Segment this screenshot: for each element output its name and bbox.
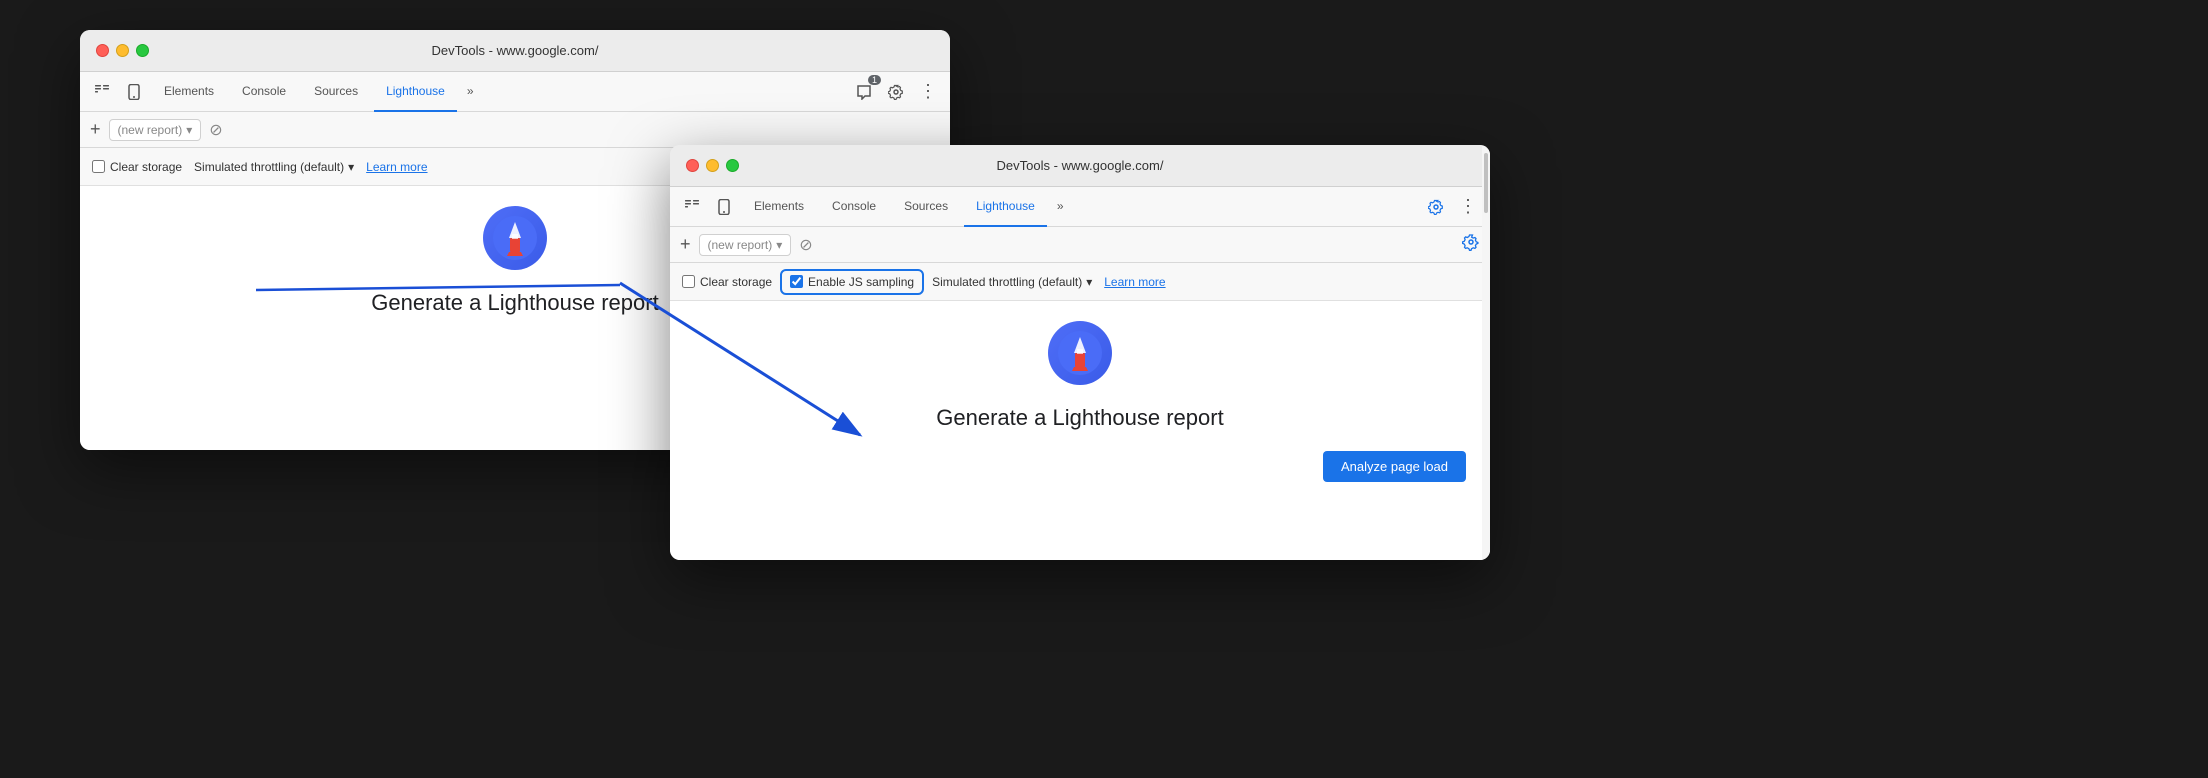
enable-js-sampling-checkbox[interactable] — [790, 275, 803, 288]
learn-more-link-2[interactable]: Learn more — [1104, 275, 1165, 289]
tab-elements-2[interactable]: Elements — [742, 187, 816, 227]
clear-storage-checkbox-1[interactable] — [92, 160, 105, 173]
maximize-button-2[interactable] — [726, 159, 739, 172]
window-title-2: DevTools - www.google.com/ — [997, 158, 1164, 173]
close-button-1[interactable] — [96, 44, 109, 57]
main-toolbar-1: Elements Console Sources Lighthouse » 1 — [80, 72, 950, 112]
tab-console-1[interactable]: Console — [230, 72, 298, 112]
minimize-button-2[interactable] — [706, 159, 719, 172]
mobile-icon-1[interactable] — [120, 78, 148, 106]
settings-gear-blue[interactable] — [1462, 233, 1480, 256]
main-content-2: Generate a Lighthouse report Analyze pag… — [670, 301, 1490, 560]
tab-sources-2[interactable]: Sources — [892, 187, 960, 227]
tab-sources-1[interactable]: Sources — [302, 72, 370, 112]
main-toolbar-2: Elements Console Sources Lighthouse » ⋮ — [670, 187, 1490, 227]
analyze-btn-2[interactable]: Analyze page load — [1323, 451, 1466, 482]
tab-more-2[interactable]: » — [1051, 187, 1070, 227]
lighthouse-logo-2 — [1048, 321, 1112, 385]
gear-icon-1[interactable] — [882, 78, 910, 106]
minimize-button-1[interactable] — [116, 44, 129, 57]
tab-more-1[interactable]: » — [461, 72, 480, 112]
tab-lighthouse-1[interactable]: Lighthouse — [374, 72, 457, 112]
title-bar-2: DevTools - www.google.com/ — [670, 145, 1490, 187]
new-report-dropdown-2[interactable]: (new report) ▾ — [699, 234, 792, 256]
enable-js-sampling-label[interactable]: Enable JS sampling — [784, 273, 920, 291]
throttling-select-1[interactable]: Simulated throttling (default) ▾ — [194, 160, 354, 174]
close-button-2[interactable] — [686, 159, 699, 172]
gear-icon-2[interactable] — [1422, 193, 1450, 221]
more-icon-1[interactable]: ⋮ — [914, 78, 942, 106]
mobile-icon-2[interactable] — [710, 193, 738, 221]
clear-storage-checkbox-2[interactable] — [682, 275, 695, 288]
chat-icon-1[interactable]: 1 — [850, 78, 878, 106]
add-report-btn-2[interactable]: + — [680, 234, 691, 255]
options-bar-2: Clear storage Enable JS sampling Simulat… — [670, 263, 1490, 301]
new-report-dropdown-1[interactable]: (new report) ▾ — [109, 119, 202, 141]
toolbar-right-1: 1 ⋮ — [850, 78, 942, 106]
more-icon-2[interactable]: ⋮ — [1454, 193, 1482, 221]
generate-title-2: Generate a Lighthouse report — [936, 405, 1223, 431]
chat-badge-1: 1 — [868, 75, 881, 85]
scrollbar-thumb-2 — [1484, 153, 1488, 213]
maximize-button-1[interactable] — [136, 44, 149, 57]
tab-console-2[interactable]: Console — [820, 187, 888, 227]
learn-more-link-1[interactable]: Learn more — [366, 160, 427, 174]
toolbar2-2: + (new report) ▾ ⊘ — [670, 227, 1490, 263]
tab-elements-1[interactable]: Elements — [152, 72, 226, 112]
cancel-icon-2: ⊘ — [799, 235, 812, 255]
window-2: DevTools - www.google.com/ Elements — [670, 145, 1490, 560]
clear-storage-label-1[interactable]: Clear storage — [92, 160, 182, 174]
selector-icon-1[interactable] — [88, 78, 116, 106]
throttling-select-2[interactable]: Simulated throttling (default) ▾ — [932, 275, 1092, 289]
tab-lighthouse-2[interactable]: Lighthouse — [964, 187, 1047, 227]
selector-icon-2[interactable] — [678, 193, 706, 221]
add-report-btn-1[interactable]: + — [90, 119, 101, 140]
cancel-icon-1: ⊘ — [209, 120, 222, 140]
traffic-lights-1 — [96, 44, 149, 57]
lighthouse-logo-1 — [483, 206, 547, 270]
clear-storage-label-2[interactable]: Clear storage — [682, 275, 772, 289]
toolbar-right-2: ⋮ — [1422, 193, 1482, 221]
window-title-1: DevTools - www.google.com/ — [432, 43, 599, 58]
generate-title-1: Generate a Lighthouse report — [371, 290, 658, 316]
traffic-lights-2 — [686, 159, 739, 172]
scrollbar-2[interactable] — [1482, 145, 1490, 560]
title-bar-1: DevTools - www.google.com/ — [80, 30, 950, 72]
toolbar2-1: + (new report) ▾ ⊘ — [80, 112, 950, 148]
